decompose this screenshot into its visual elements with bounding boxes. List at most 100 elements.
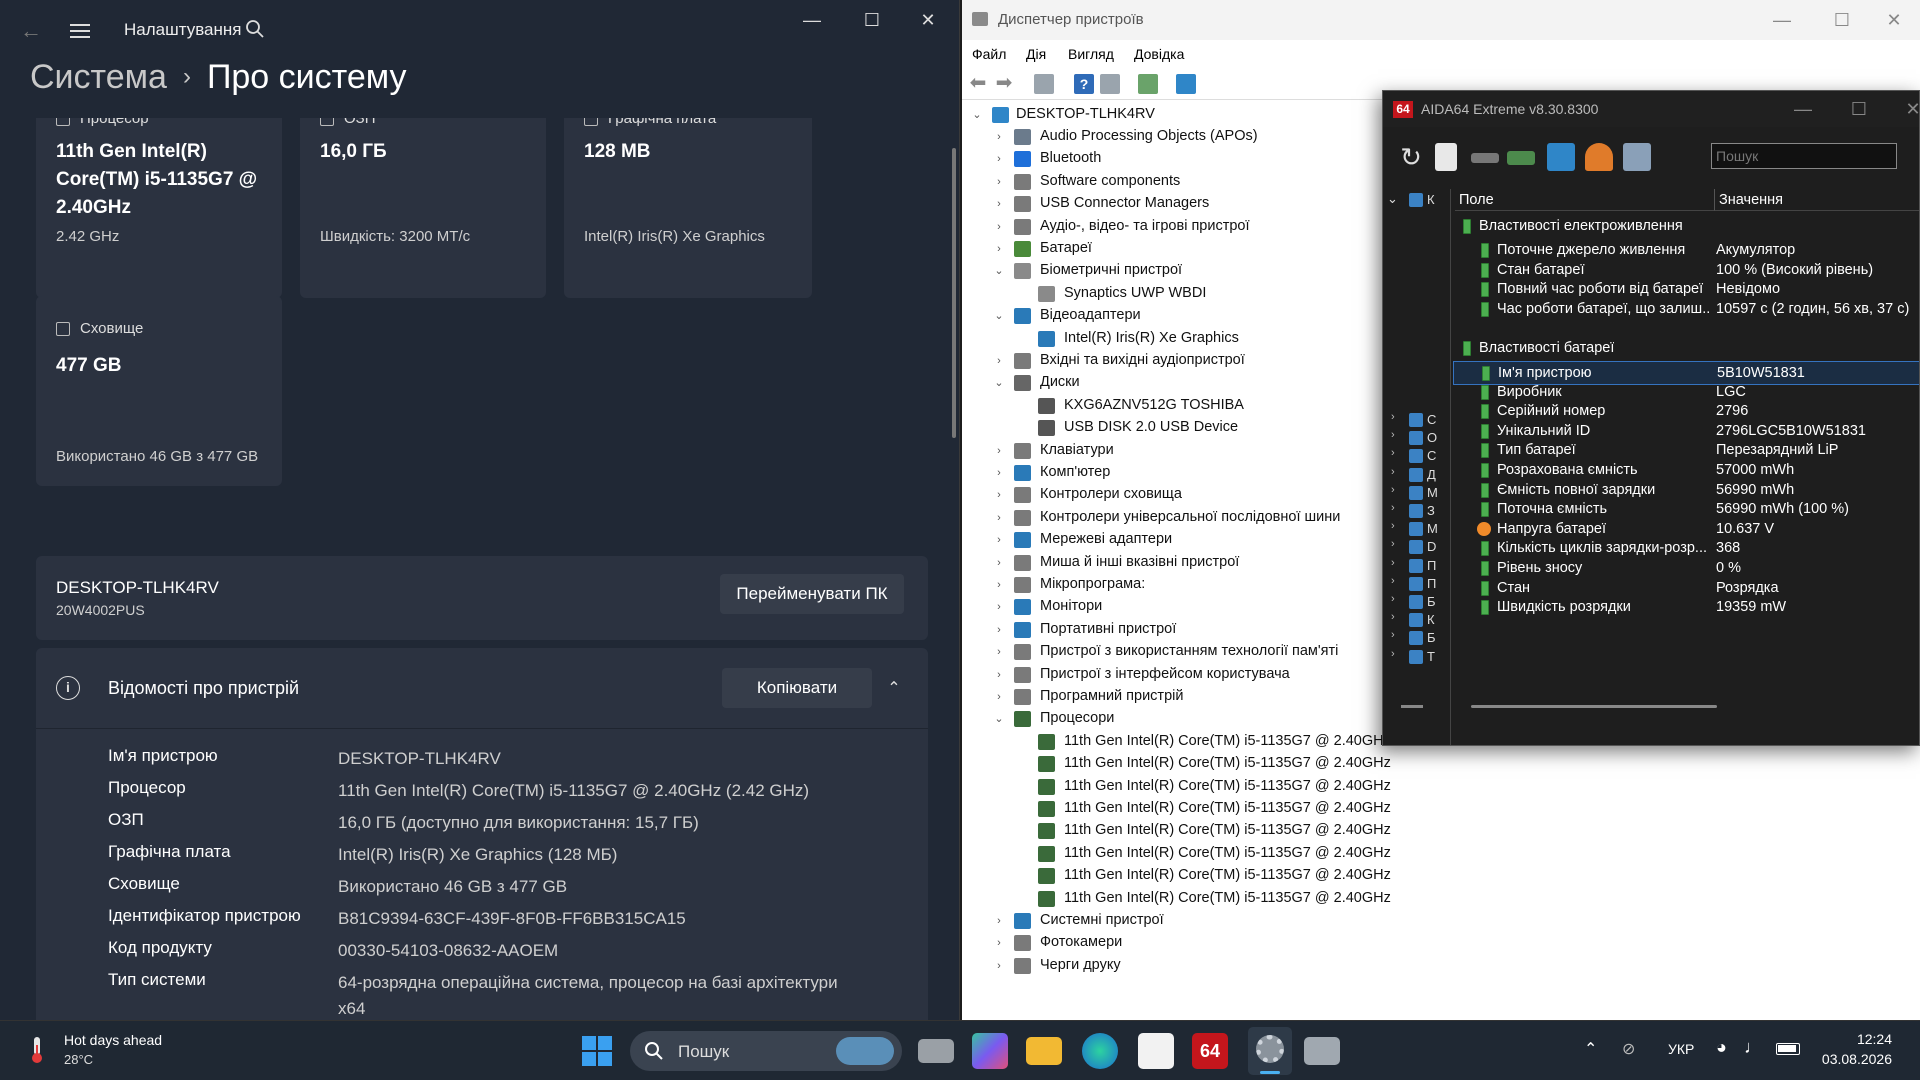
tree-category[interactable]: › Audio Processing Objects (APOs): [962, 126, 1382, 148]
tree-category[interactable]: › Software components: [962, 171, 1382, 193]
device-manager-taskbar-icon[interactable]: [1304, 1037, 1340, 1065]
column-header-field[interactable]: Поле: [1455, 189, 1715, 211]
chevron-up-icon[interactable]: ⌃: [1584, 1039, 1597, 1059]
tree-category[interactable]: › Клавіатури: [962, 440, 1382, 462]
task-view-icon[interactable]: [918, 1039, 954, 1063]
tree-category[interactable]: › Програмний пристрій: [962, 686, 1382, 708]
menu-action[interactable]: Дія: [1026, 46, 1046, 62]
clock-date[interactable]: 03.08.2026: [1810, 1051, 1892, 1067]
tree-category[interactable]: › Миша й інші вказівні пристрої: [962, 552, 1382, 574]
battery-icon[interactable]: [1776, 1043, 1800, 1055]
search-icon[interactable]: [244, 18, 266, 40]
chevron-right-icon[interactable]: ›: [992, 171, 1006, 193]
chevron-right-icon[interactable]: ›: [1391, 648, 1395, 660]
chevron-down-icon[interactable]: ⌄: [992, 372, 1006, 394]
benchmark-icon[interactable]: [1623, 143, 1651, 171]
chevron-right-icon[interactable]: ›: [1391, 593, 1395, 605]
chevron-right-icon[interactable]: ›: [1391, 611, 1395, 623]
tree-category[interactable]: › Вхідні та вихідні аудіопристрої: [962, 350, 1382, 372]
tree-category[interactable]: ⌄ Відеоадаптери: [962, 305, 1382, 327]
edge-icon[interactable]: [1082, 1033, 1118, 1069]
tree-category[interactable]: › Фотокамери: [962, 932, 1382, 954]
chevron-right-icon[interactable]: ›: [992, 552, 1006, 574]
memory-icon[interactable]: [1507, 151, 1535, 165]
update-driver-icon[interactable]: [1100, 74, 1120, 94]
tree-category[interactable]: › Контролери універсальної послідовної ши…: [962, 507, 1382, 529]
chevron-up-icon[interactable]: ⌃: [884, 678, 904, 698]
tree-category[interactable]: › Комп'ютер: [962, 462, 1382, 484]
chevron-right-icon[interactable]: ›: [992, 126, 1006, 148]
close-button[interactable]: ✕: [1874, 8, 1914, 32]
chevron-right-icon[interactable]: ›: [1391, 557, 1395, 569]
tree-root[interactable]: ⌄ DESKTOP-TLHK4RV: [962, 104, 1382, 126]
motherboard-icon[interactable]: [1471, 153, 1499, 163]
chevron-right-icon[interactable]: ›: [992, 440, 1006, 462]
maximize-button[interactable]: ☐: [852, 8, 892, 32]
breadcrumb-parent[interactable]: Система: [30, 58, 167, 96]
tree-category[interactable]: ⌄ Біометричні пристрої: [962, 260, 1382, 282]
chevron-down-icon[interactable]: ⌄: [992, 708, 1006, 730]
tree-device[interactable]: 11th Gen Intel(R) Core(TM) i5-1135G7 @ 2…: [962, 753, 1391, 775]
wifi-icon[interactable]: ◕: [1716, 1037, 1727, 1058]
specs-header[interactable]: i Відомості про пристрій Копіювати ⌃: [36, 648, 928, 728]
chevron-down-icon[interactable]: ⌄: [970, 104, 984, 126]
store-icon[interactable]: [1138, 1033, 1174, 1069]
close-button[interactable]: ✕: [1893, 97, 1919, 121]
stress-test-icon[interactable]: [1585, 143, 1613, 171]
monitor-icon[interactable]: [1176, 74, 1196, 94]
maximize-button[interactable]: ☐: [1822, 8, 1862, 32]
chevron-right-icon[interactable]: ›: [992, 955, 1006, 977]
tree-device[interactable]: 11th Gen Intel(R) Core(TM) i5-1135G7 @ 2…: [962, 888, 1391, 910]
minimize-button[interactable]: —: [1783, 97, 1823, 121]
scrollbar[interactable]: [952, 148, 956, 438]
tree-device[interactable]: Synaptics UWP WBDI: [962, 283, 1382, 305]
menu-help[interactable]: Довідка: [1134, 46, 1184, 62]
menu-view[interactable]: Вигляд: [1068, 46, 1114, 62]
hamburger-menu-icon[interactable]: [68, 20, 92, 42]
tree-category[interactable]: › Пристрої з використанням технології пам…: [962, 641, 1382, 663]
tree-device[interactable]: 11th Gen Intel(R) Core(TM) i5-1135G7 @ 2…: [962, 820, 1391, 842]
tree-category[interactable]: › Контролери сховища: [962, 484, 1382, 506]
chevron-right-icon[interactable]: ›: [1391, 520, 1395, 532]
chevron-right-icon[interactable]: ›: [992, 932, 1006, 954]
back-arrow-icon[interactable]: ⬅: [968, 73, 988, 94]
chevron-right-icon[interactable]: ›: [992, 216, 1006, 238]
tree-category[interactable]: › Мережеві адаптери: [962, 529, 1382, 551]
chevron-right-icon[interactable]: ›: [1391, 502, 1395, 514]
clock-time[interactable]: 12:24: [1832, 1031, 1892, 1047]
tree-device[interactable]: 11th Gen Intel(R) Core(TM) i5-1135G7 @ 2…: [962, 843, 1391, 865]
tree-device[interactable]: 11th Gen Intel(R) Core(TM) i5-1135G7 @ 2…: [962, 798, 1391, 820]
rename-pc-button[interactable]: Перейменувати ПК: [720, 574, 904, 614]
minimize-button[interactable]: —: [792, 8, 832, 32]
tree-device[interactable]: Intel(R) Iris(R) Xe Graphics: [962, 328, 1382, 350]
file-explorer-icon[interactable]: [1026, 1037, 1062, 1065]
horizontal-scrollbar[interactable]: [1471, 705, 1717, 708]
chevron-right-icon[interactable]: ›: [992, 238, 1006, 260]
chevron-right-icon[interactable]: ›: [1391, 629, 1395, 641]
tree-device[interactable]: KXG6AZNV512G TOSHIBA: [962, 395, 1382, 417]
windows-start-icon[interactable]: [580, 1034, 614, 1068]
minimize-button[interactable]: —: [1762, 8, 1802, 32]
tree-category[interactable]: › Монітори: [962, 596, 1382, 618]
chevron-right-icon[interactable]: ›: [1391, 429, 1395, 441]
back-arrow-icon[interactable]: ←: [18, 18, 44, 44]
tree-category[interactable]: › Аудіо-, відео- та ігрові пристрої: [962, 216, 1382, 238]
chevron-down-icon[interactable]: ⌄: [992, 305, 1006, 327]
chevron-right-icon[interactable]: ›: [992, 193, 1006, 215]
chevron-right-icon[interactable]: ›: [992, 596, 1006, 618]
copilot-icon[interactable]: [972, 1033, 1008, 1069]
tree-device[interactable]: 11th Gen Intel(R) Core(TM) i5-1135G7 @ 2…: [962, 776, 1391, 798]
chevron-right-icon[interactable]: ›: [992, 910, 1006, 932]
chevron-right-icon[interactable]: ›: [1391, 484, 1395, 496]
chevron-right-icon[interactable]: ›: [1391, 411, 1395, 423]
chevron-right-icon[interactable]: ›: [1391, 575, 1395, 587]
chevron-right-icon[interactable]: ›: [992, 574, 1006, 596]
weather-title[interactable]: Hot days ahead: [64, 1032, 162, 1048]
tree-category[interactable]: › Bluetooth: [962, 148, 1382, 170]
tree-device[interactable]: USB DISK 2.0 USB Device: [962, 417, 1382, 439]
menu-file[interactable]: Файл: [972, 46, 1006, 62]
volume-icon[interactable]: ♩: [1744, 1037, 1762, 1058]
no-location-icon[interactable]: ⊘: [1622, 1039, 1635, 1059]
tree-category[interactable]: › Черги друку: [962, 955, 1382, 977]
forward-arrow-icon[interactable]: ➡: [994, 73, 1014, 94]
